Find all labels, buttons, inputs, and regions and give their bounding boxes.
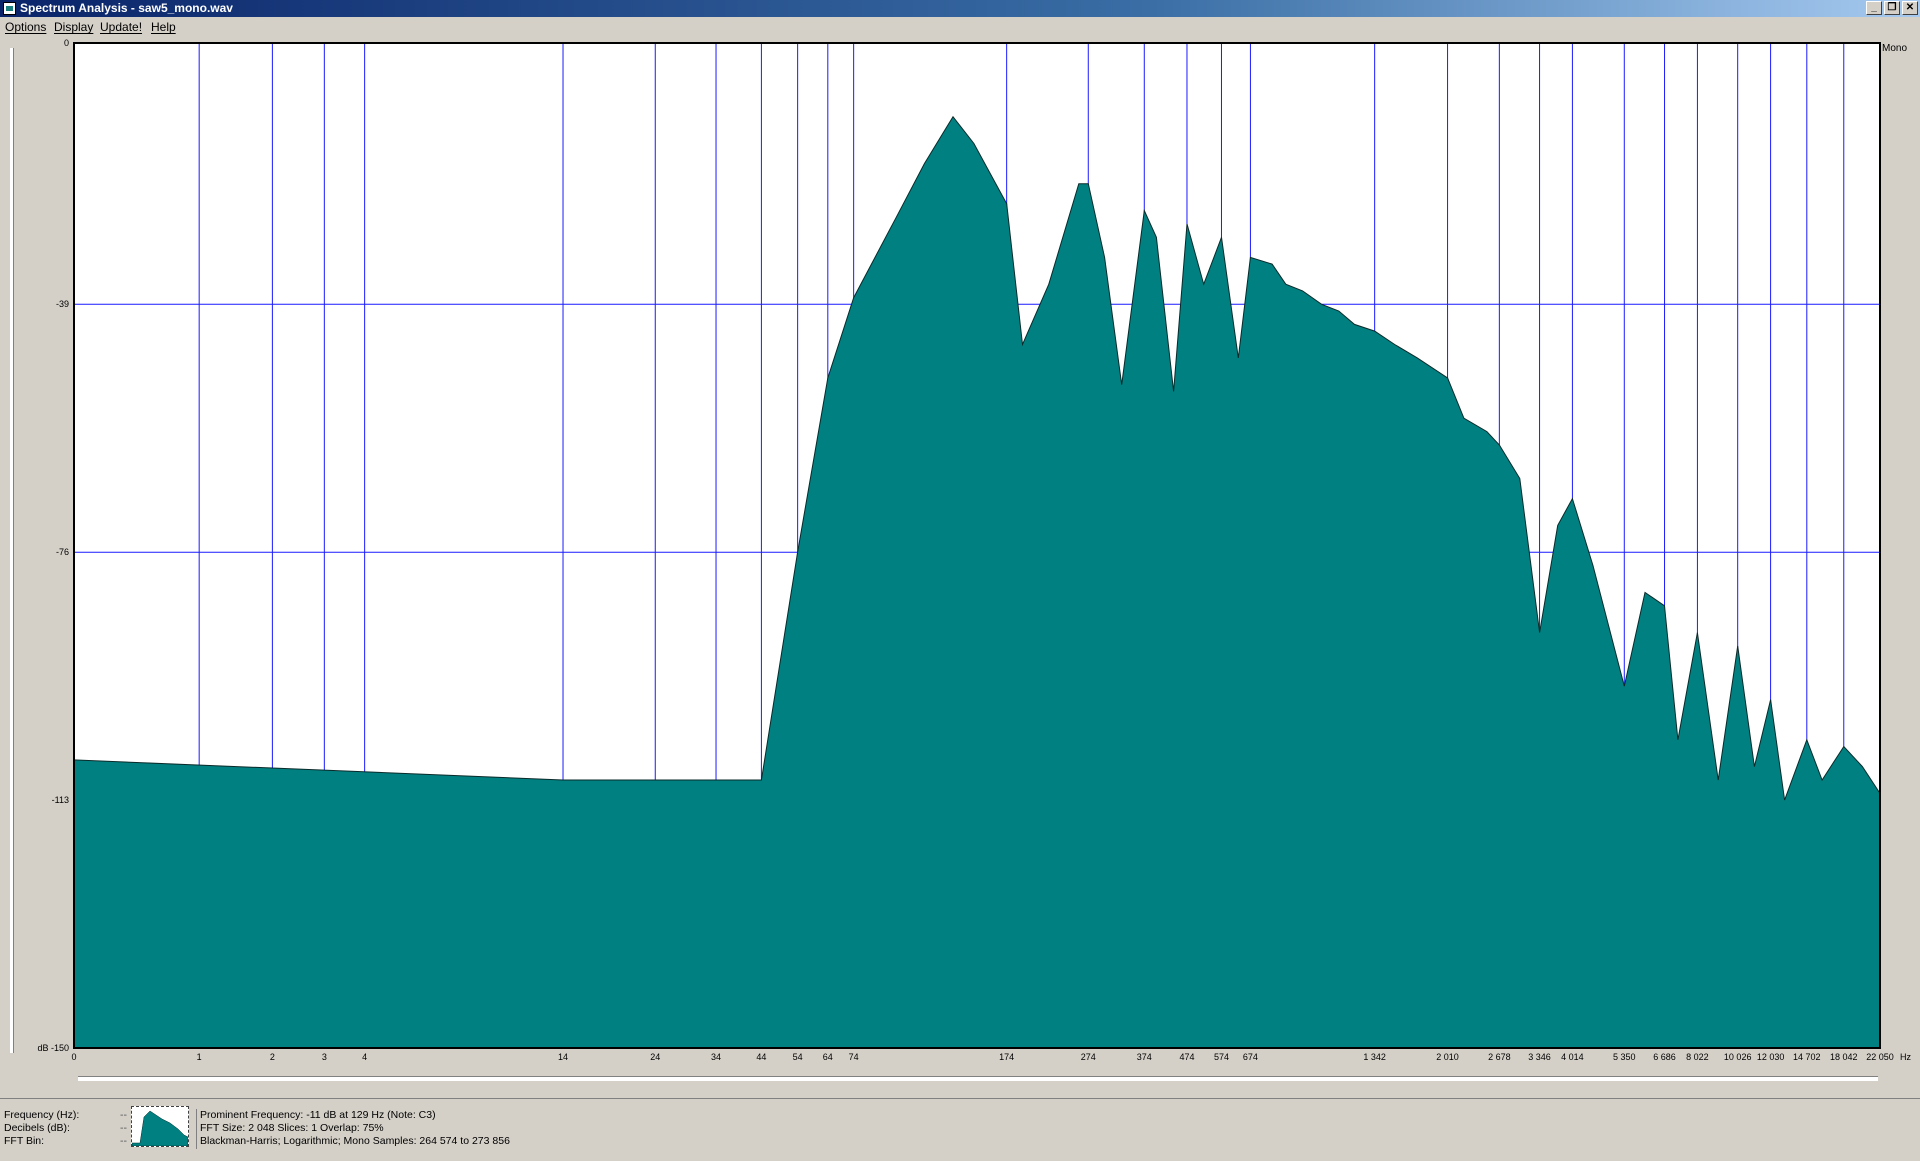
status-fft-size: FFT Size: 2 048 Slices: 1 Overlap: 75% xyxy=(200,1122,384,1134)
x-tick-label: 1 xyxy=(196,1052,202,1062)
x-tick-label: 54 xyxy=(792,1052,803,1062)
hz-unit-label: Hz xyxy=(1900,1052,1911,1062)
horizontal-scrollbar[interactable] xyxy=(78,1076,1878,1081)
status-frequency-value: -- xyxy=(120,1109,127,1121)
x-tick-label: 174 xyxy=(999,1052,1015,1062)
y-tick-label: -39 xyxy=(55,299,69,310)
x-tick-label: 24 xyxy=(650,1052,661,1062)
y-tick-label: 0 xyxy=(63,38,69,48)
status-fftbin-label: FFT Bin: xyxy=(4,1135,45,1147)
x-tick-label: 14 xyxy=(558,1052,569,1062)
spectrum-graph[interactable] xyxy=(0,0,1920,1080)
y-tick-value: -150 xyxy=(50,1043,69,1053)
status-frequency-label: Frequency (Hz): xyxy=(4,1109,80,1121)
channel-label: Mono xyxy=(1882,43,1908,54)
x-tick-label: 4 014 xyxy=(1561,1052,1584,1062)
spectrum-thumbnail[interactable] xyxy=(131,1106,189,1147)
x-tick-label: 0 xyxy=(71,1052,77,1062)
x-tick-label: 6 686 xyxy=(1653,1052,1676,1062)
x-tick-label: 574 xyxy=(1213,1052,1229,1062)
status-panel: Frequency (Hz): Decibels (dB): FFT Bin: … xyxy=(0,1098,1920,1161)
x-tick-label: 674 xyxy=(1242,1052,1258,1062)
x-tick-label: 12 030 xyxy=(1756,1052,1785,1062)
x-tick-label: 18 042 xyxy=(1830,1052,1858,1062)
x-tick-label: 374 xyxy=(1136,1052,1152,1062)
x-tick-label: 3 xyxy=(321,1052,327,1062)
x-tick-label: 5 350 xyxy=(1613,1052,1636,1062)
x-tick-label: 22 050 xyxy=(1866,1052,1894,1062)
status-decibels-label: Decibels (dB): xyxy=(4,1122,70,1134)
db-unit-label: dB xyxy=(37,1043,51,1053)
status-fftbin-value: -- xyxy=(120,1135,127,1147)
status-window-info: Blackman-Harris; Logarithmic; Mono Sampl… xyxy=(200,1135,510,1147)
x-tick-label: 3 346 xyxy=(1528,1052,1551,1062)
x-tick-label: 74 xyxy=(848,1052,859,1062)
y-tick-label: -113 xyxy=(51,795,69,806)
y-tick-label: -76 xyxy=(55,547,69,558)
x-tick-label: 2 010 xyxy=(1436,1052,1459,1062)
y-tick-label: dB -150 xyxy=(37,1043,69,1053)
x-tick-label: 2 xyxy=(269,1052,275,1062)
x-tick-label: 4 xyxy=(362,1052,368,1062)
x-tick-label: 34 xyxy=(711,1052,722,1062)
x-tick-label: 274 xyxy=(1080,1052,1096,1062)
x-tick-label: 44 xyxy=(756,1052,767,1062)
x-tick-label: 10 026 xyxy=(1723,1052,1752,1062)
x-tick-label: 14 702 xyxy=(1793,1052,1821,1062)
status-prominent-frequency: Prominent Frequency: -11 dB at 129 Hz (N… xyxy=(200,1109,436,1121)
x-tick-label: 1 342 xyxy=(1363,1052,1386,1062)
status-decibels-value: -- xyxy=(120,1122,127,1134)
x-tick-label: 474 xyxy=(1179,1052,1195,1062)
x-tick-label: 2 678 xyxy=(1488,1052,1511,1062)
x-tick-label: 64 xyxy=(822,1052,833,1062)
x-tick-label: 8 022 xyxy=(1686,1052,1709,1062)
